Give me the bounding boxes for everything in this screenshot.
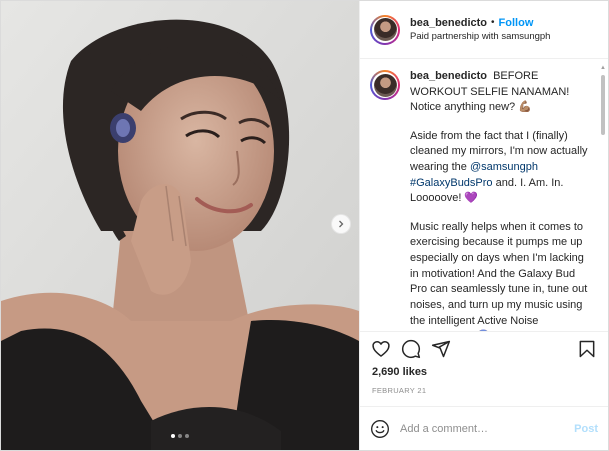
post-header: bea_benedicto • Follow Paid partnership … bbox=[360, 1, 608, 59]
post-media[interactable] bbox=[1, 1, 359, 450]
partnership-label[interactable]: Paid partnership with samsungph bbox=[410, 31, 550, 44]
avatar-image bbox=[373, 73, 397, 97]
caption-paragraph-3: Music really helps when it comes to exer… bbox=[410, 220, 588, 331]
caption-scrollbar[interactable]: ▲ bbox=[600, 65, 606, 331]
caption-username[interactable]: bea_benedicto bbox=[410, 70, 487, 82]
carousel-dot bbox=[185, 434, 189, 438]
save-button[interactable] bbox=[576, 338, 598, 360]
carousel-next-button[interactable] bbox=[331, 214, 351, 234]
username-link[interactable]: bea_benedicto bbox=[410, 16, 487, 31]
heart-icon bbox=[372, 341, 390, 357]
post-photo bbox=[1, 1, 359, 450]
header-text: bea_benedicto • Follow Paid partnership … bbox=[410, 16, 550, 44]
likes-count[interactable]: 2,690 likes bbox=[360, 366, 608, 382]
comment-input[interactable] bbox=[400, 422, 575, 435]
post-comment-button[interactable]: Post bbox=[574, 423, 598, 435]
carousel-dot bbox=[178, 434, 182, 438]
follow-button[interactable]: Follow bbox=[499, 16, 534, 31]
caption-avatar[interactable] bbox=[370, 70, 400, 100]
paper-plane-icon bbox=[431, 340, 451, 358]
scroll-up-icon[interactable]: ▲ bbox=[600, 65, 606, 71]
smiley-icon bbox=[371, 419, 389, 438]
carousel-indicator bbox=[1, 434, 359, 438]
post-modal: bea_benedicto • Follow Paid partnership … bbox=[0, 0, 609, 451]
comment-form: Post bbox=[360, 406, 608, 450]
post-date: FEBRUARY 21 bbox=[372, 386, 427, 395]
avatar[interactable] bbox=[370, 14, 400, 45]
comment-icon bbox=[401, 339, 421, 359]
separator-bullet: • bbox=[491, 17, 495, 29]
chevron-right-icon bbox=[339, 220, 344, 228]
emoji-button[interactable] bbox=[370, 419, 390, 439]
hashtag-link[interactable]: #GalaxyBudsPro bbox=[410, 177, 493, 189]
caption-scroll-area[interactable]: bea_benedicto BEFORE WORKOUT SELFIE NANA… bbox=[360, 59, 608, 332]
carousel-dot bbox=[171, 434, 175, 438]
action-bar bbox=[360, 332, 608, 366]
caption-text: bea_benedicto BEFORE WORKOUT SELFIE NANA… bbox=[410, 69, 590, 331]
like-button[interactable] bbox=[370, 338, 392, 360]
post-side-panel: bea_benedicto • Follow Paid partnership … bbox=[359, 1, 608, 450]
share-button[interactable] bbox=[430, 338, 452, 360]
caption: bea_benedicto BEFORE WORKOUT SELFIE NANA… bbox=[370, 69, 590, 331]
mention-link[interactable]: @samsungph bbox=[470, 161, 538, 173]
bookmark-icon bbox=[579, 340, 595, 358]
scrollbar-thumb[interactable] bbox=[601, 75, 605, 135]
avatar-image bbox=[373, 18, 397, 41]
comment-button[interactable] bbox=[400, 338, 422, 360]
